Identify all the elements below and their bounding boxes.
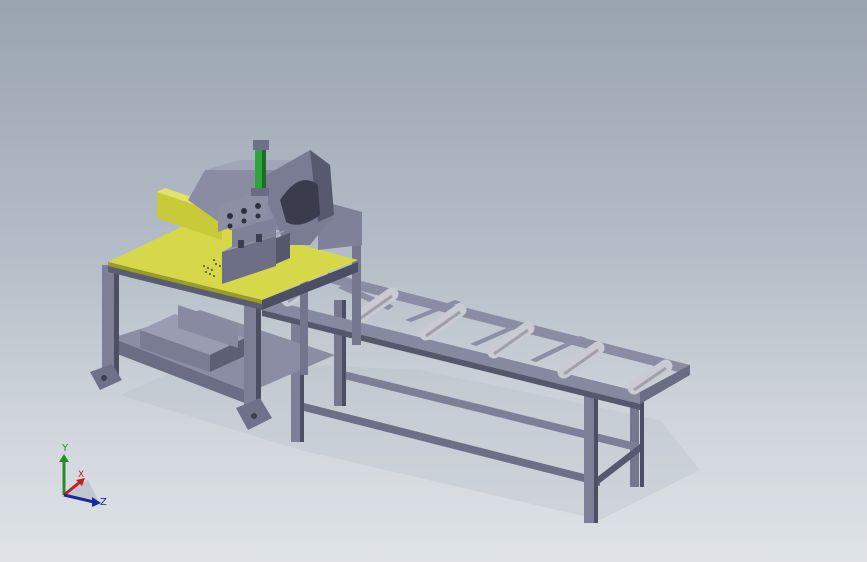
triad-z-label: Z xyxy=(100,497,107,508)
conveyor-roller[interactable] xyxy=(557,341,605,379)
base-leg xyxy=(114,265,119,375)
conveyor-leg xyxy=(584,395,594,523)
foot-bolt xyxy=(251,413,257,419)
triad-y-label: Y xyxy=(62,443,69,454)
vise-detail xyxy=(256,234,262,242)
conveyor-leg xyxy=(342,300,346,406)
conveyor-leg xyxy=(640,395,644,487)
saw-machine-assembly-model[interactable] xyxy=(0,0,867,562)
vise-detail xyxy=(238,240,244,248)
conveyor-leg xyxy=(334,300,342,406)
hydraulic-cylinder-base xyxy=(251,188,269,196)
hydraulic-cylinder-cap xyxy=(253,140,269,150)
hydraulic-cylinder-shade xyxy=(262,150,266,190)
base-leg xyxy=(102,265,114,375)
foot-bolt xyxy=(101,375,107,381)
triad-y-arrow xyxy=(59,454,69,462)
triad-x-label: X xyxy=(78,470,85,480)
cad-graphics-viewport[interactable]: Y X Z xyxy=(0,0,867,562)
conveyor-leg xyxy=(291,320,300,442)
orientation-triad[interactable]: Y X Z xyxy=(40,440,120,520)
triad-axes xyxy=(59,454,101,507)
conveyor-leg xyxy=(594,395,598,523)
